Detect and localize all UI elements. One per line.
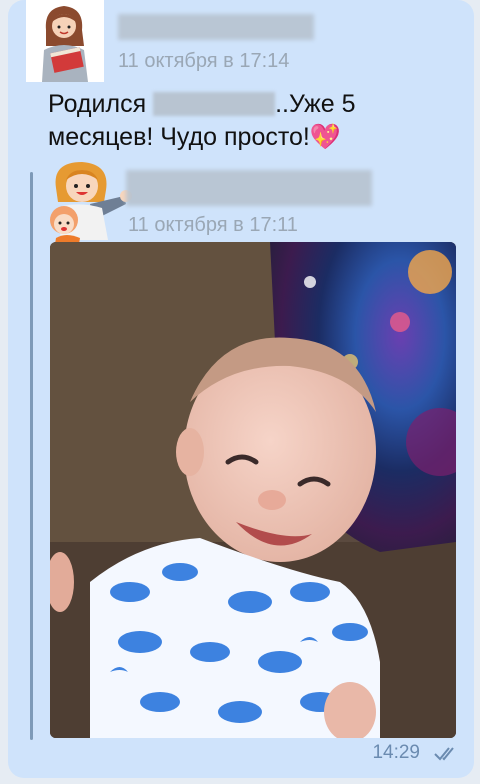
baby-photo-image xyxy=(50,242,456,738)
message-text: Родился ..Уже 5 месяцев! Чудо просто!💖 xyxy=(48,88,428,154)
sender-avatar[interactable] xyxy=(26,0,104,82)
attached-photo[interactable] xyxy=(50,242,456,738)
sender-name-redacted xyxy=(118,14,314,40)
woman-with-book-avatar-icon xyxy=(26,0,104,82)
sparkling-heart-icon: 💖 xyxy=(309,123,342,151)
message-text-part1: Родился xyxy=(48,90,147,118)
mother-and-baby-avatar-icon xyxy=(50,162,132,250)
message-sent-time: 14:29 xyxy=(372,742,420,763)
quote-bar xyxy=(30,172,33,740)
quoted-timestamp: 11 октября в 17:11 xyxy=(128,214,298,236)
double-check-icon xyxy=(434,747,454,761)
quoted-author-avatar[interactable] xyxy=(38,158,134,254)
redacted-name xyxy=(153,92,276,116)
message-timestamp: 11 октября в 17:14 xyxy=(118,50,290,72)
quoted-author-name-redacted xyxy=(126,170,372,206)
